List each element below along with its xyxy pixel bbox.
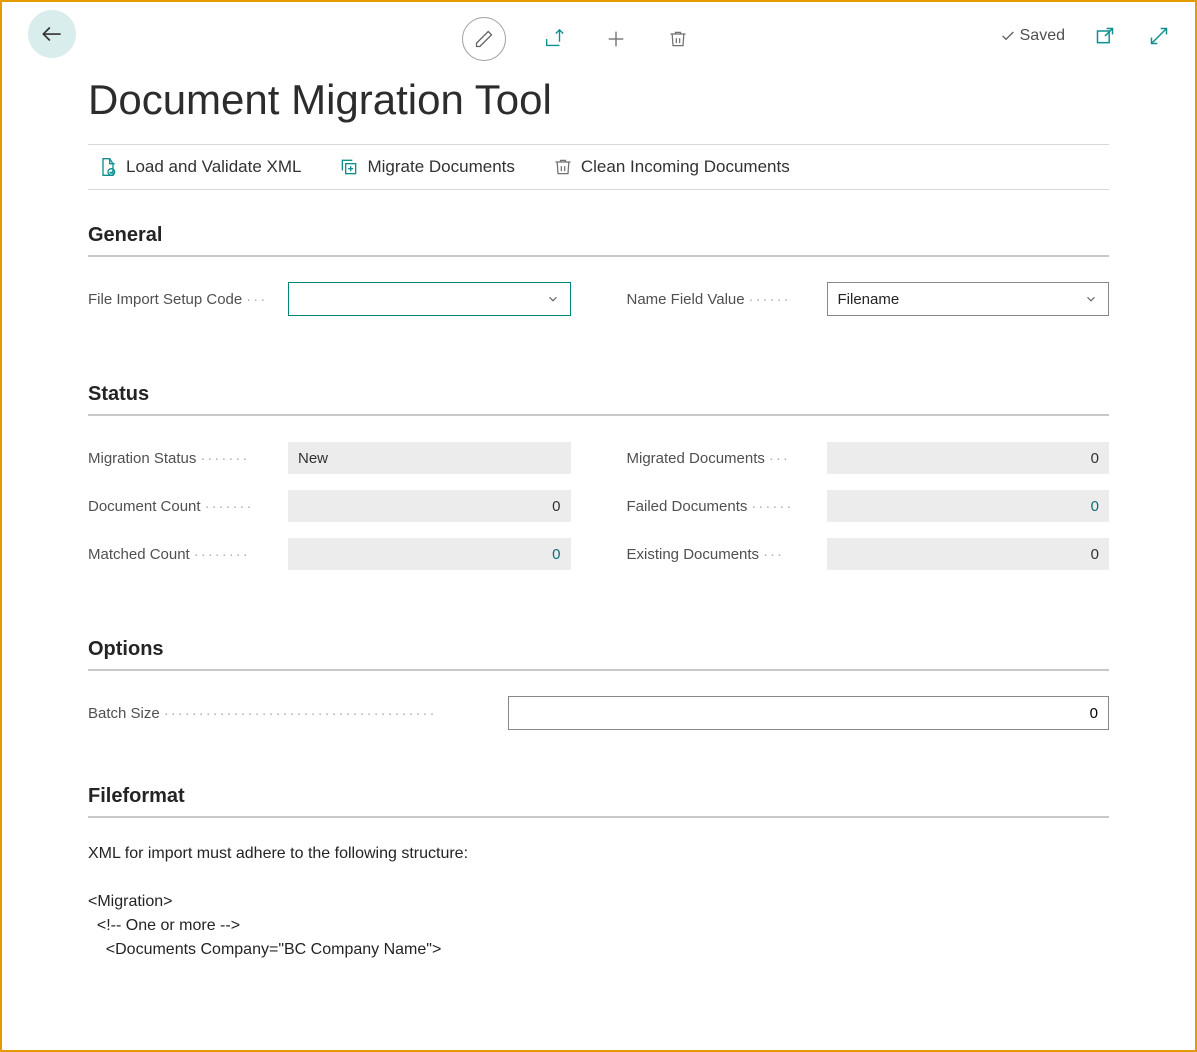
action-clean-docs[interactable]: Clean Incoming Documents — [547, 153, 800, 181]
saved-indicator: Saved — [1000, 27, 1065, 45]
share-icon — [543, 28, 565, 50]
action-migrate-docs-label: Migrate Documents — [367, 157, 514, 177]
document-count-label: Document Count······· — [88, 498, 288, 515]
page-action-bar: Load and Validate XML Migrate Documents … — [88, 144, 1109, 190]
edit-button[interactable] — [462, 17, 506, 61]
file-import-select[interactable] — [288, 282, 571, 316]
action-migrate-docs[interactable]: Migrate Documents — [333, 153, 524, 181]
field-matched-count: Matched Count········ 0 — [88, 536, 571, 572]
document-count-value: 0 — [288, 490, 571, 522]
name-field-value: Filename — [838, 291, 900, 308]
top-action-group — [462, 17, 692, 61]
delete-button[interactable] — [664, 25, 692, 53]
field-document-count: Document Count······· 0 — [88, 488, 571, 524]
trash-icon — [668, 29, 688, 49]
popout-button[interactable] — [1091, 22, 1119, 50]
failed-docs-value[interactable]: 0 — [827, 490, 1110, 522]
page-title: Document Migration Tool — [88, 76, 1109, 124]
section-options-rule — [88, 669, 1109, 671]
matched-count-value[interactable]: 0 — [288, 538, 571, 570]
plus-icon — [605, 28, 627, 50]
field-migrated-docs: Migrated Documents··· 0 — [627, 440, 1110, 476]
migration-status-value: New — [288, 442, 571, 474]
section-options-title: Options — [88, 638, 1109, 661]
migrated-docs-label: Migrated Documents··· — [627, 450, 827, 467]
field-failed-docs: Failed Documents······ 0 — [627, 488, 1110, 524]
saved-group: Saved — [1000, 22, 1173, 50]
action-load-validate[interactable]: Load and Validate XML — [92, 153, 311, 181]
chevron-down-icon — [1084, 292, 1098, 306]
copy-plus-icon — [339, 157, 359, 177]
field-file-import: File Import Setup Code··· — [88, 281, 571, 317]
migration-status-label: Migration Status······· — [88, 450, 288, 467]
back-button[interactable] — [28, 10, 76, 58]
file-import-label: File Import Setup Code··· — [88, 291, 288, 308]
pencil-icon — [474, 29, 494, 49]
section-general-title: General — [88, 224, 1109, 247]
action-load-validate-label: Load and Validate XML — [126, 157, 301, 177]
share-button[interactable] — [540, 25, 568, 53]
check-icon — [1000, 28, 1016, 44]
field-existing-docs: Existing Documents··· 0 — [627, 536, 1110, 572]
status-fields: Migration Status······· New Document Cou… — [88, 440, 1109, 584]
general-fields: File Import Setup Code··· Name Field Val… — [88, 281, 1109, 329]
name-field-label: Name Field Value······ — [627, 291, 827, 308]
batch-size-input[interactable] — [508, 696, 1109, 730]
page-window: Saved Document Migration Tool Load and V… — [0, 0, 1197, 1052]
existing-docs-label: Existing Documents··· — [627, 546, 827, 563]
matched-count-label: Matched Count········ — [88, 546, 288, 563]
popout-icon — [1095, 26, 1115, 46]
batch-size-label: Batch Size······························… — [88, 705, 508, 722]
expand-button[interactable] — [1145, 22, 1173, 50]
content-area: Document Migration Tool Load and Validat… — [2, 76, 1195, 974]
field-migration-status: Migration Status······· New — [88, 440, 571, 476]
top-bar: Saved — [2, 2, 1195, 66]
file-check-icon — [98, 157, 118, 177]
name-field-select[interactable]: Filename — [827, 282, 1110, 316]
migrated-docs-value: 0 — [827, 442, 1110, 474]
trash-outline-icon — [553, 157, 573, 177]
chevron-down-icon — [546, 292, 560, 306]
section-status-title: Status — [88, 383, 1109, 406]
section-fileformat-title: Fileformat — [88, 785, 1109, 808]
action-clean-docs-label: Clean Incoming Documents — [581, 157, 790, 177]
field-batch-size: Batch Size······························… — [88, 695, 1109, 731]
section-fileformat-rule — [88, 816, 1109, 818]
section-general-rule — [88, 255, 1109, 257]
existing-docs-value: 0 — [827, 538, 1110, 570]
section-status-rule — [88, 414, 1109, 416]
failed-docs-label: Failed Documents······ — [627, 498, 827, 515]
fileformat-text: XML for import must adhere to the follow… — [88, 842, 1109, 974]
arrow-left-icon — [39, 21, 65, 47]
expand-icon — [1149, 26, 1169, 46]
fileformat-description[interactable]: XML for import must adhere to the follow… — [88, 842, 1109, 974]
saved-label: Saved — [1020, 27, 1065, 45]
new-button[interactable] — [602, 25, 630, 53]
field-name-value: Name Field Value······ Filename — [627, 281, 1110, 317]
